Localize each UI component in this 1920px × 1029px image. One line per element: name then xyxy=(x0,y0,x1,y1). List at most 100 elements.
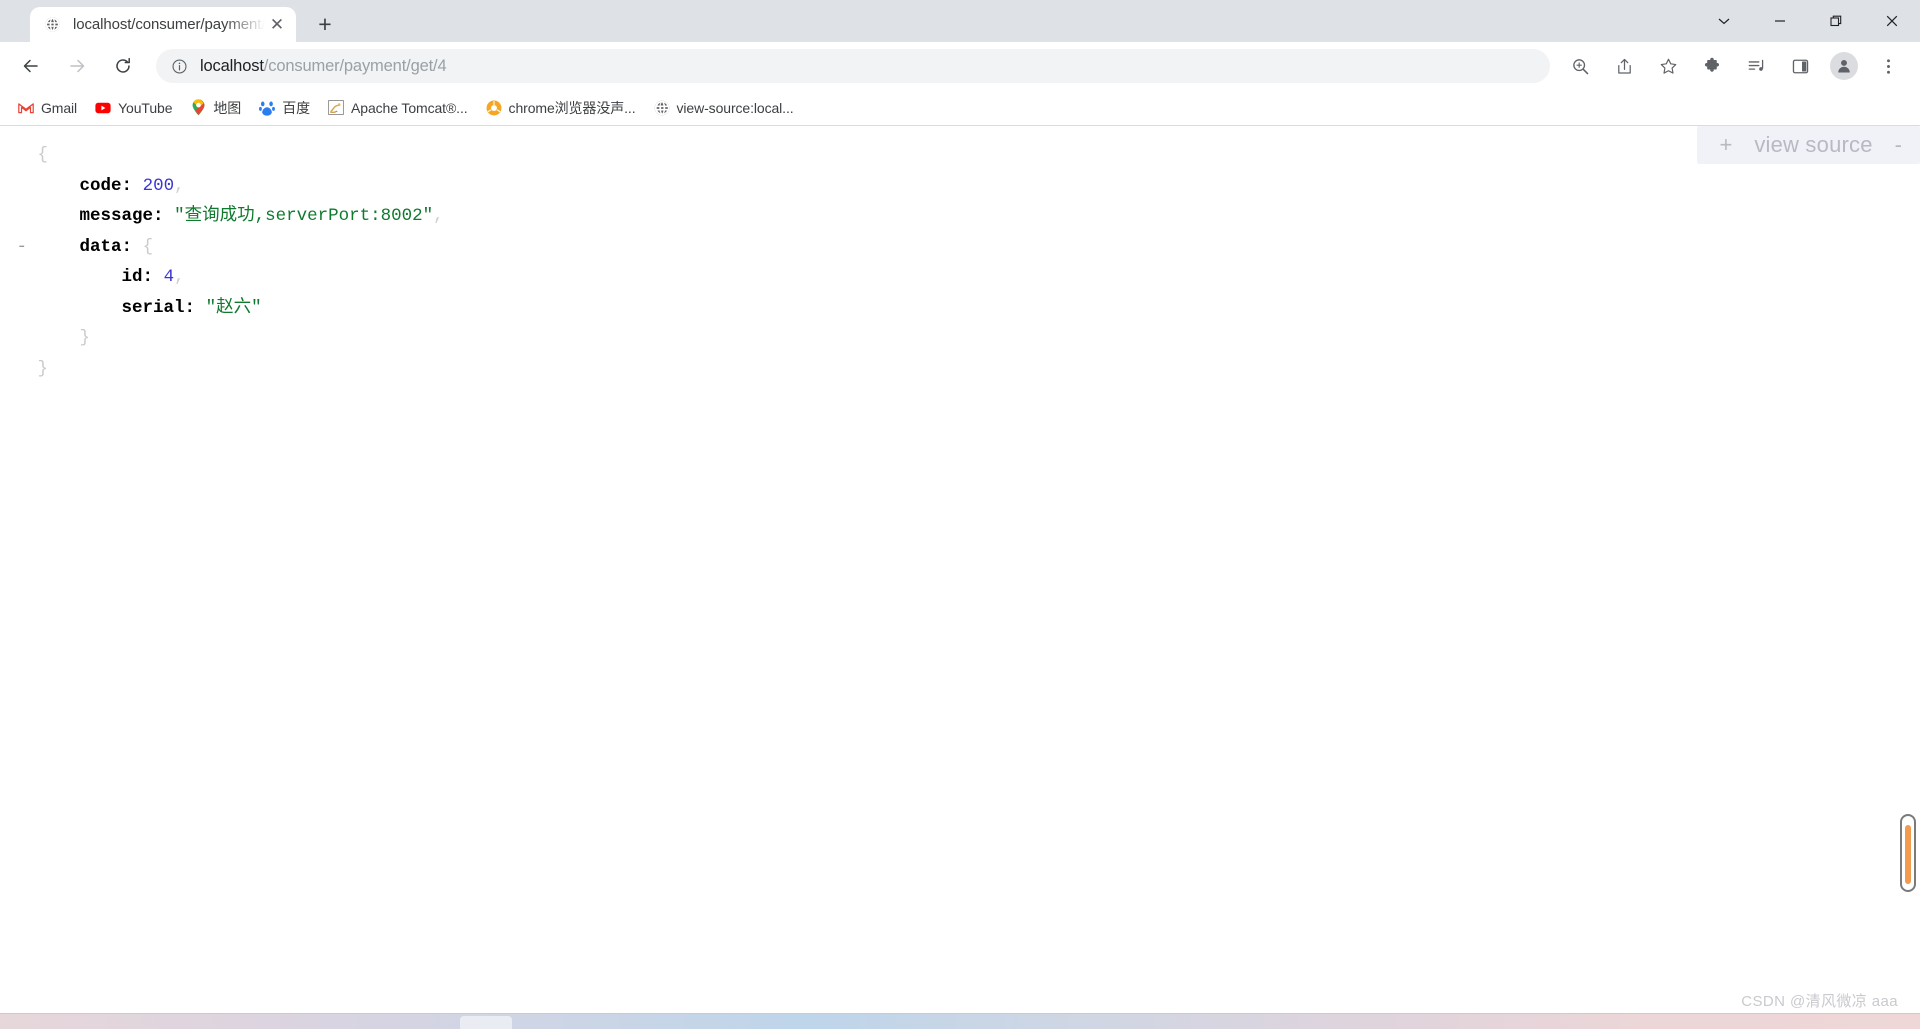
json-key: code: xyxy=(79,175,133,196)
json-string: ″赵六″ xyxy=(205,297,262,318)
bookmark-label: view-source:local... xyxy=(676,99,794,116)
zoom-icon[interactable] xyxy=(1562,48,1598,84)
bookmark-label: 百度 xyxy=(282,99,311,116)
json-punct xyxy=(132,237,143,257)
json-line: } xyxy=(6,354,1920,385)
tomcat-icon xyxy=(328,100,344,116)
profile-avatar[interactable] xyxy=(1826,48,1862,84)
side-panel-icon[interactable] xyxy=(1782,48,1818,84)
maps-icon xyxy=(190,99,206,116)
avatar xyxy=(1830,52,1858,80)
bookmark-tomcat[interactable]: Apache Tomcat®... xyxy=(320,95,476,121)
bookmark-label: YouTube xyxy=(118,99,173,116)
collapse-toggle[interactable]: - xyxy=(6,237,38,257)
json-brace: } xyxy=(37,358,49,379)
json-punct xyxy=(195,298,206,318)
bookmark-baidu[interactable]: 百度 xyxy=(251,95,318,121)
json-gutter xyxy=(6,206,38,226)
browser-toolbar: localhost/consumer/payment/get/4 xyxy=(0,42,1920,90)
close-button[interactable] xyxy=(1864,0,1920,42)
json-key: serial: xyxy=(121,297,196,318)
media-playlist-icon[interactable] xyxy=(1738,48,1774,84)
json-number: 4 xyxy=(163,267,175,287)
json-punct: , xyxy=(433,206,444,226)
watermark: CSDN @清风微凉 aaa xyxy=(1741,993,1898,1010)
bookmark-label: Apache Tomcat®... xyxy=(351,99,468,116)
baidu-icon xyxy=(259,100,276,116)
url-path: /consumer/payment/get/4 xyxy=(263,56,447,75)
globe-icon xyxy=(654,100,670,116)
restore-button[interactable] xyxy=(1808,0,1864,42)
json-key: message: xyxy=(79,206,164,226)
bookmark-view-source[interactable]: view-source:local... xyxy=(646,95,802,121)
json-brace: { xyxy=(142,236,154,257)
extensions-puzzle-icon[interactable] xyxy=(1694,48,1730,84)
json-brace: { xyxy=(37,145,49,165)
json-punct: , xyxy=(174,267,185,287)
json-viewer: { code: 200, message: ″查询成功,serverPort:8… xyxy=(0,126,1920,384)
bookmark-label: Gmail xyxy=(41,99,78,116)
json-gutter xyxy=(6,328,38,348)
json-brace: } xyxy=(79,328,91,348)
expand-all-button[interactable]: + xyxy=(1719,134,1732,156)
json-punct xyxy=(164,206,175,226)
share-icon[interactable] xyxy=(1606,48,1642,84)
json-line: message: ″查询成功,serverPort:8002″, xyxy=(6,201,1920,232)
view-source-label[interactable]: view source xyxy=(1754,132,1872,158)
taskbar-item[interactable] xyxy=(460,1016,512,1029)
json-punct xyxy=(153,267,164,287)
json-gutter xyxy=(6,176,38,196)
back-button[interactable] xyxy=(13,48,49,84)
json-key: id: xyxy=(121,267,154,287)
bookmark-chrome-no-sound[interactable]: chrome浏览器没声... xyxy=(478,95,644,121)
bookmark-label: chrome浏览器没声... xyxy=(508,99,636,116)
vertical-scrollbar[interactable] xyxy=(1900,814,1916,892)
view-source-panel: + view source - xyxy=(1697,126,1920,164)
json-line: id: 4, xyxy=(6,262,1920,293)
json-line: } xyxy=(6,323,1920,354)
chevron-down-button[interactable] xyxy=(1696,0,1752,42)
collapse-all-button[interactable]: - xyxy=(1895,134,1902,156)
toolbar-icons xyxy=(1558,48,1910,84)
taskbar xyxy=(0,1013,1920,1029)
bookmark-label: 地图 xyxy=(213,99,242,116)
browser-window: localhost/consumer/payment/ ✕ + localhos… xyxy=(0,0,1920,1029)
close-icon[interactable]: ✕ xyxy=(267,15,287,35)
bookmark-star-icon[interactable] xyxy=(1650,48,1686,84)
bookmark-gmail[interactable]: Gmail xyxy=(10,95,85,121)
gmail-icon xyxy=(18,100,34,116)
bookmark-maps[interactable]: 地图 xyxy=(182,95,249,121)
json-punct: , xyxy=(174,175,185,196)
site-info-icon[interactable] xyxy=(170,57,188,75)
forward-button[interactable] xyxy=(59,48,95,84)
minimize-button[interactable] xyxy=(1752,0,1808,42)
json-line: - data: { xyxy=(6,232,1920,263)
json-punct xyxy=(132,176,143,196)
reload-button[interactable] xyxy=(105,48,141,84)
url-host: localhost xyxy=(200,56,264,75)
bookmarks-bar: Gmail YouTube 地图 百度 Apache Tomcat®... ch… xyxy=(0,90,1920,126)
browser-tab[interactable]: localhost/consumer/payment/ ✕ xyxy=(30,7,296,42)
more-menu-icon[interactable] xyxy=(1870,48,1906,84)
json-line: serial: ″赵六″ xyxy=(6,293,1920,324)
json-line: code: 200, xyxy=(6,171,1920,202)
address-bar-url: localhost/consumer/payment/get/4 xyxy=(200,57,447,76)
json-gutter xyxy=(6,145,38,165)
page-content: { code: 200, message: ″查询成功,serverPort:8… xyxy=(0,126,1920,1029)
scrollbar-thumb[interactable] xyxy=(1905,825,1911,884)
json-key: data: xyxy=(79,236,133,257)
json-gutter xyxy=(6,298,38,318)
address-bar[interactable]: localhost/consumer/payment/get/4 xyxy=(156,49,1550,83)
window-controls xyxy=(1696,0,1920,42)
tab-strip: localhost/consumer/payment/ ✕ + xyxy=(0,0,1920,42)
json-gutter xyxy=(6,359,38,379)
bookmark-youtube[interactable]: YouTube xyxy=(87,95,180,121)
json-string: ″查询成功,serverPort:8002″ xyxy=(174,206,434,226)
new-tab-button[interactable]: + xyxy=(308,7,342,41)
